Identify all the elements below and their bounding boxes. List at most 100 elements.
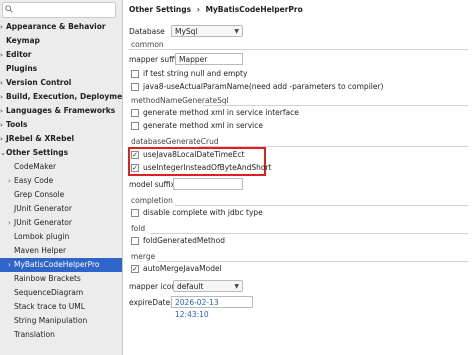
- search-icon: [5, 5, 13, 13]
- settings-search-input[interactable]: [2, 2, 116, 18]
- chevron-right-icon[interactable]: ›: [0, 132, 3, 146]
- breadcrumb-separator: ›: [196, 5, 200, 14]
- breadcrumb: Other Settings › MyBatisCodeHelperPro: [129, 5, 303, 14]
- sidebar-item-jrebel-xrebel[interactable]: › JRebel & XRebel: [0, 132, 122, 146]
- sidebar-item-label: Appearance & Behavior: [6, 22, 106, 31]
- chevron-right-icon[interactable]: ›: [0, 104, 3, 118]
- group-completion-title: completion: [131, 196, 173, 205]
- sidebar-item-label: Keymap: [6, 36, 40, 45]
- group-common-title: common: [131, 40, 164, 49]
- sidebar-item-easy-code[interactable]: › Easy Code: [0, 174, 122, 188]
- java8-param-label: java8-useActualParamName(need add -param…: [143, 82, 384, 91]
- sidebar-item-rainbow-brackets[interactable]: Rainbow Brackets: [0, 272, 122, 286]
- sidebar-item-other-settings[interactable]: ⌄ Other Settings: [0, 146, 122, 160]
- sidebar-item-label: JRebel & XRebel: [6, 134, 75, 143]
- sidebar-item-label: Other Settings: [6, 148, 69, 157]
- sidebar-item-plugins[interactable]: Plugins: [0, 62, 122, 76]
- disable-jdbc-complete-label: disable complete with jdbc type: [143, 208, 263, 217]
- sidebar-item-label: Translation: [14, 330, 55, 339]
- database-select[interactable]: MySql ▼: [171, 25, 243, 37]
- group-divider: [157, 261, 468, 262]
- mapper-suffix-value: Mapper: [179, 55, 208, 64]
- group-merge-title: merge: [131, 252, 156, 261]
- fold-generated-method-label: foldGeneratedMethod: [143, 236, 225, 245]
- sidebar-item-sequencediagram[interactable]: SequenceDiagram: [0, 286, 122, 300]
- group-crud-title: databaseGenerateCrud: [131, 137, 219, 146]
- sidebar-item-codemaker[interactable]: CodeMaker: [0, 160, 122, 174]
- sidebar-item-label: Editor: [6, 50, 32, 59]
- chevron-down-icon: ▼: [234, 28, 239, 35]
- sidebar-item-label: Maven Helper: [14, 246, 67, 255]
- checkbox-box: [131, 209, 139, 217]
- sidebar-item-appearance-behavior[interactable]: › Appearance & Behavior: [0, 20, 122, 34]
- expire-date-field: 2026-02-13 12:43:10: [171, 296, 253, 319]
- sidebar-item-keymap[interactable]: Keymap: [0, 34, 122, 48]
- sidebar-item-label: MyBatisCodeHelperPro: [14, 260, 100, 269]
- sidebar-item-grep-console[interactable]: Grep Console: [0, 188, 122, 202]
- chevron-down-icon[interactable]: ⌄: [0, 146, 6, 160]
- use-integer-label: useIntegerInsteadOfByteAndShort: [143, 163, 272, 172]
- sidebar-item-label: Grep Console: [14, 190, 65, 199]
- sidebar-item-languages-frameworks[interactable]: › Languages & Frameworks: [0, 104, 122, 118]
- breadcrumb-parent[interactable]: Other Settings: [129, 5, 191, 14]
- chevron-right-icon[interactable]: ›: [0, 118, 3, 132]
- settings-content: Other Settings › MyBatisCodeHelperPro Da…: [123, 0, 474, 355]
- group-fold-title: fold: [131, 224, 146, 233]
- mapper-suffix-input[interactable]: Mapper: [175, 53, 243, 65]
- check-icon: ✓: [131, 151, 139, 159]
- group-divider: [151, 233, 468, 234]
- sidebar-item-label: Build, Execution, Deployment: [6, 92, 122, 101]
- sidebar-item-maven-helper[interactable]: Maven Helper: [0, 244, 122, 258]
- sidebar-item-junit-generator[interactable]: JUnit Generator: [0, 202, 122, 216]
- sidebar-item-lombok-plugin[interactable]: Lombok plugin: [0, 230, 122, 244]
- database-select-value: MySql: [175, 27, 198, 36]
- chevron-right-icon[interactable]: ›: [0, 48, 3, 62]
- checkbox-box: [131, 109, 139, 117]
- sidebar-item-version-control[interactable]: › Version Control: [0, 76, 122, 90]
- model-suffix-input[interactable]: [173, 178, 243, 190]
- sidebar-item-label: String Manipulation: [14, 316, 88, 325]
- chevron-right-icon[interactable]: ›: [0, 90, 3, 104]
- sidebar-item-label: Languages & Frameworks: [6, 106, 116, 115]
- if-test-label: if test string null and empty: [143, 69, 248, 78]
- sidebar-item-editor[interactable]: › Editor: [0, 48, 122, 62]
- expire-date-label: expireDate: [129, 298, 171, 307]
- sidebar-item-translation[interactable]: Translation: [0, 328, 122, 342]
- model-suffix-label: model suffix: [129, 180, 176, 189]
- chevron-down-icon: ▼: [234, 283, 239, 290]
- sidebar-item-tools[interactable]: › Tools: [0, 118, 122, 132]
- check-icon: ✓: [131, 265, 139, 273]
- chevron-right-icon[interactable]: ›: [0, 20, 3, 34]
- group-divider: [203, 105, 468, 106]
- sidebar-item-label: JUnit Generator: [14, 218, 72, 227]
- database-label: Database: [129, 27, 165, 36]
- checkbox-box: [131, 122, 139, 130]
- chevron-right-icon[interactable]: ›: [0, 76, 3, 90]
- check-icon: ✓: [131, 164, 139, 172]
- sidebar-item-label: CodeMaker: [14, 162, 57, 171]
- group-divider: [175, 205, 468, 206]
- sidebar-item-string-manipulation[interactable]: String Manipulation: [0, 314, 122, 328]
- sidebar-item-junit-generator[interactable]: › JUnit Generator: [0, 216, 122, 230]
- sidebar-item-label: SequenceDiagram: [14, 288, 84, 297]
- chevron-right-icon[interactable]: ›: [8, 216, 11, 230]
- sidebar-item-label: Rainbow Brackets: [14, 274, 81, 283]
- chevron-right-icon[interactable]: ›: [8, 258, 11, 272]
- mapper-icon-value: default: [177, 282, 204, 291]
- sidebar-item-mybatiscodehelperpro[interactable]: › MyBatisCodeHelperPro: [0, 258, 122, 272]
- checkbox-box: [131, 237, 139, 245]
- auto-merge-java-model-label: autoMergeJavaModel: [143, 264, 222, 273]
- mapper-icon-select[interactable]: default ▼: [173, 280, 243, 292]
- sidebar-item-build-execution-deployment[interactable]: › Build, Execution, Deployment: [0, 90, 122, 104]
- checkbox-box: [131, 83, 139, 91]
- use-java8-datetime-label: useJava8LocalDateTimeEct: [143, 150, 245, 159]
- method-xml-interface-label: generate method xml in service interface: [143, 108, 299, 117]
- method-xml-service-label: generate method xml in service: [143, 121, 264, 130]
- sidebar-item-label: Version Control: [6, 78, 72, 87]
- breadcrumb-current: MyBatisCodeHelperPro: [205, 5, 303, 14]
- chevron-right-icon[interactable]: ›: [8, 174, 11, 188]
- sidebar-item-stack-trace-to-uml[interactable]: Stack trace to UML: [0, 300, 122, 314]
- settings-sidebar: › Appearance & Behavior Keymap › Editor Plugi…: [0, 0, 123, 355]
- sidebar-item-label: JUnit Generator: [14, 204, 72, 213]
- sidebar-item-label: Lombok plugin: [14, 232, 70, 241]
